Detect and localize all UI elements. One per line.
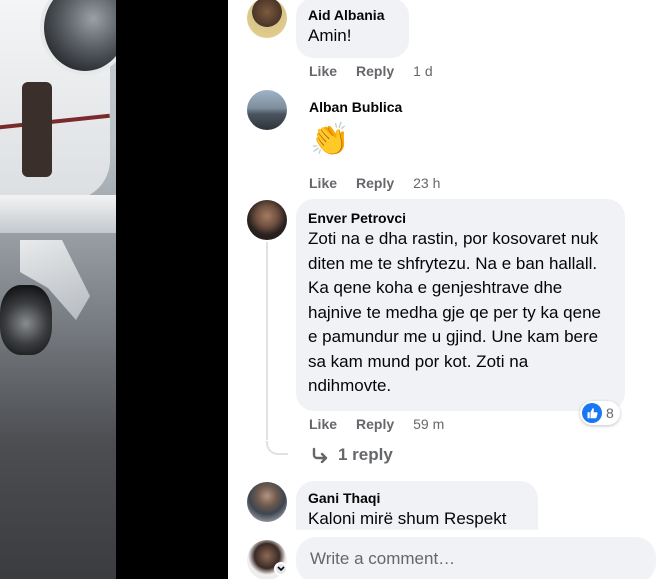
post-photo[interactable] [0,0,116,579]
like-link[interactable]: Like [309,416,337,432]
comment-composer[interactable] [296,537,656,579]
photo-tarmac [0,350,116,579]
avatar[interactable] [247,482,287,522]
comment-author[interactable]: Gani Thaqi [308,489,526,507]
comment-author[interactable]: Enver Petrovci [308,209,613,227]
photo-landing-wheel [0,285,52,355]
clapping-hands-emoji: 👏 [310,121,350,157]
reply-link[interactable]: Reply [356,63,394,79]
reply-link[interactable]: Reply [356,175,394,191]
like-reaction-icon [582,403,602,423]
chevron-down-icon[interactable] [274,562,288,576]
comment-text: Amin! [308,26,352,45]
comment-time[interactable]: 59 m [413,416,444,432]
comment-text: Zoti na e dha rastin, por kosovaret nuk … [308,229,601,395]
reaction-summary[interactable]: 8 [580,401,620,425]
comment-block: Alban Bublica [309,98,402,116]
comment-author[interactable]: Aid Albania [308,6,397,24]
thread-connector-line [266,242,268,440]
comment-author[interactable]: Alban Bublica [309,98,402,116]
reply-arrow-icon [312,447,328,463]
comment-time[interactable]: 1 d [413,63,432,79]
avatar[interactable] [247,0,287,38]
comment-actions: Like Reply 59 m [309,416,444,432]
thread-connector-curve [266,441,288,455]
replies-count-label: 1 reply [338,445,393,464]
photo-letterbox [116,0,228,579]
comment-bubble: Aid Albania Amin! [296,0,409,58]
comment-input[interactable] [310,549,642,569]
comment-actions: Like Reply 23 h [309,175,440,191]
comment-bubble: Enver Petrovci Zoti na e dha rastin, por… [296,199,625,411]
view-replies-link[interactable]: 1 reply [312,445,393,465]
like-link[interactable]: Like [309,63,337,79]
like-link[interactable]: Like [309,175,337,191]
comment-actions: Like Reply 1 d [309,63,433,79]
comment-time[interactable]: 23 h [413,175,440,191]
reaction-count: 8 [606,405,614,421]
photo-airplane-wing [0,195,116,233]
comments-panel: Aid Albania Amin! Like Reply 1 d Alban B… [228,0,670,579]
avatar[interactable] [247,200,287,240]
photo-airplane-door [22,82,52,177]
reply-link[interactable]: Reply [356,416,394,432]
avatar[interactable] [247,90,287,130]
